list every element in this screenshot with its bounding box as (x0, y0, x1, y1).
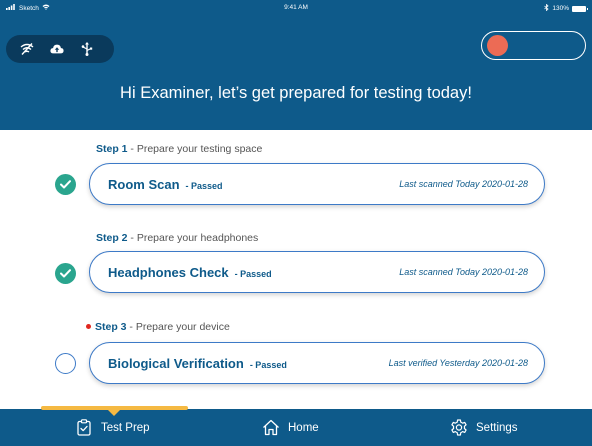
tab-label: Settings (476, 421, 518, 434)
card-title: Room Scan (108, 176, 180, 192)
step-1-check-icon (55, 174, 76, 195)
battery-label: 130% (552, 5, 569, 12)
tab-test-prep[interactable]: Test Prep (75, 409, 150, 446)
biological-verification-card[interactable]: Biological Verification - Passed Last ve… (89, 342, 545, 384)
card-status: - Passed (185, 180, 223, 191)
tab-settings[interactable]: Settings (450, 409, 518, 446)
header: Sketch 9:41 AM 130% Hi Examiner, let’s g… (0, 0, 592, 130)
tab-label: Test Prep (101, 421, 150, 434)
status-bar: Sketch 9:41 AM 130% (0, 0, 592, 16)
device-toolbar (6, 35, 114, 63)
gear-icon (450, 418, 468, 437)
step-number: Step 1 (96, 143, 128, 155)
status-toggle[interactable] (481, 31, 586, 60)
alert-dot-icon (86, 324, 91, 329)
step-1-label: Step 1 - Prepare your testing space (96, 143, 262, 155)
step-3-unchecked-icon[interactable] (55, 353, 76, 374)
step-2-label: Step 2 - Prepare your headphones (96, 232, 258, 244)
step-2-check-icon (55, 263, 76, 284)
step-description: - Prepare your device (126, 321, 230, 333)
step-description: - Prepare your headphones (127, 232, 259, 244)
status-time: 9:41 AM (284, 4, 308, 11)
clipboard-check-icon (75, 419, 93, 437)
usb-icon[interactable] (80, 42, 94, 56)
bluetooth-icon (544, 3, 549, 13)
card-meta: Last scanned Today 2020-01-28 (399, 179, 528, 189)
tab-home[interactable]: Home (262, 409, 319, 446)
card-left: Biological Verification - Passed (108, 356, 287, 371)
home-icon (262, 419, 280, 437)
card-title: Headphones Check (108, 264, 229, 280)
card-meta: Last verified Yesterday 2020-01-28 (388, 358, 528, 368)
tab-label: Home (288, 421, 319, 434)
greeting-title: Hi Examiner, let’s get prepared for test… (120, 84, 472, 102)
status-right: 130% (544, 3, 588, 13)
toggle-knob[interactable] (487, 35, 508, 56)
card-left: Headphones Check - Passed (108, 265, 272, 280)
wifi-off-icon[interactable] (20, 42, 34, 56)
card-status: - Passed (234, 268, 272, 279)
step-description: - Prepare your testing space (127, 143, 263, 155)
card-title: Biological Verification (108, 355, 244, 371)
step-number: Step 2 (96, 232, 128, 244)
card-status: - Passed (249, 359, 287, 370)
cloud-upload-icon[interactable] (50, 42, 64, 56)
step-3-label: Step 3 - Prepare your device (86, 321, 230, 333)
headphones-check-card[interactable]: Headphones Check - Passed Last scanned T… (89, 251, 545, 293)
card-left: Room Scan - Passed (108, 177, 223, 192)
battery-icon (572, 5, 588, 12)
room-scan-card[interactable]: Room Scan - Passed Last scanned Today 20… (89, 163, 545, 205)
card-meta: Last scanned Today 2020-01-28 (399, 267, 528, 277)
step-number: Step 3 (95, 321, 127, 333)
